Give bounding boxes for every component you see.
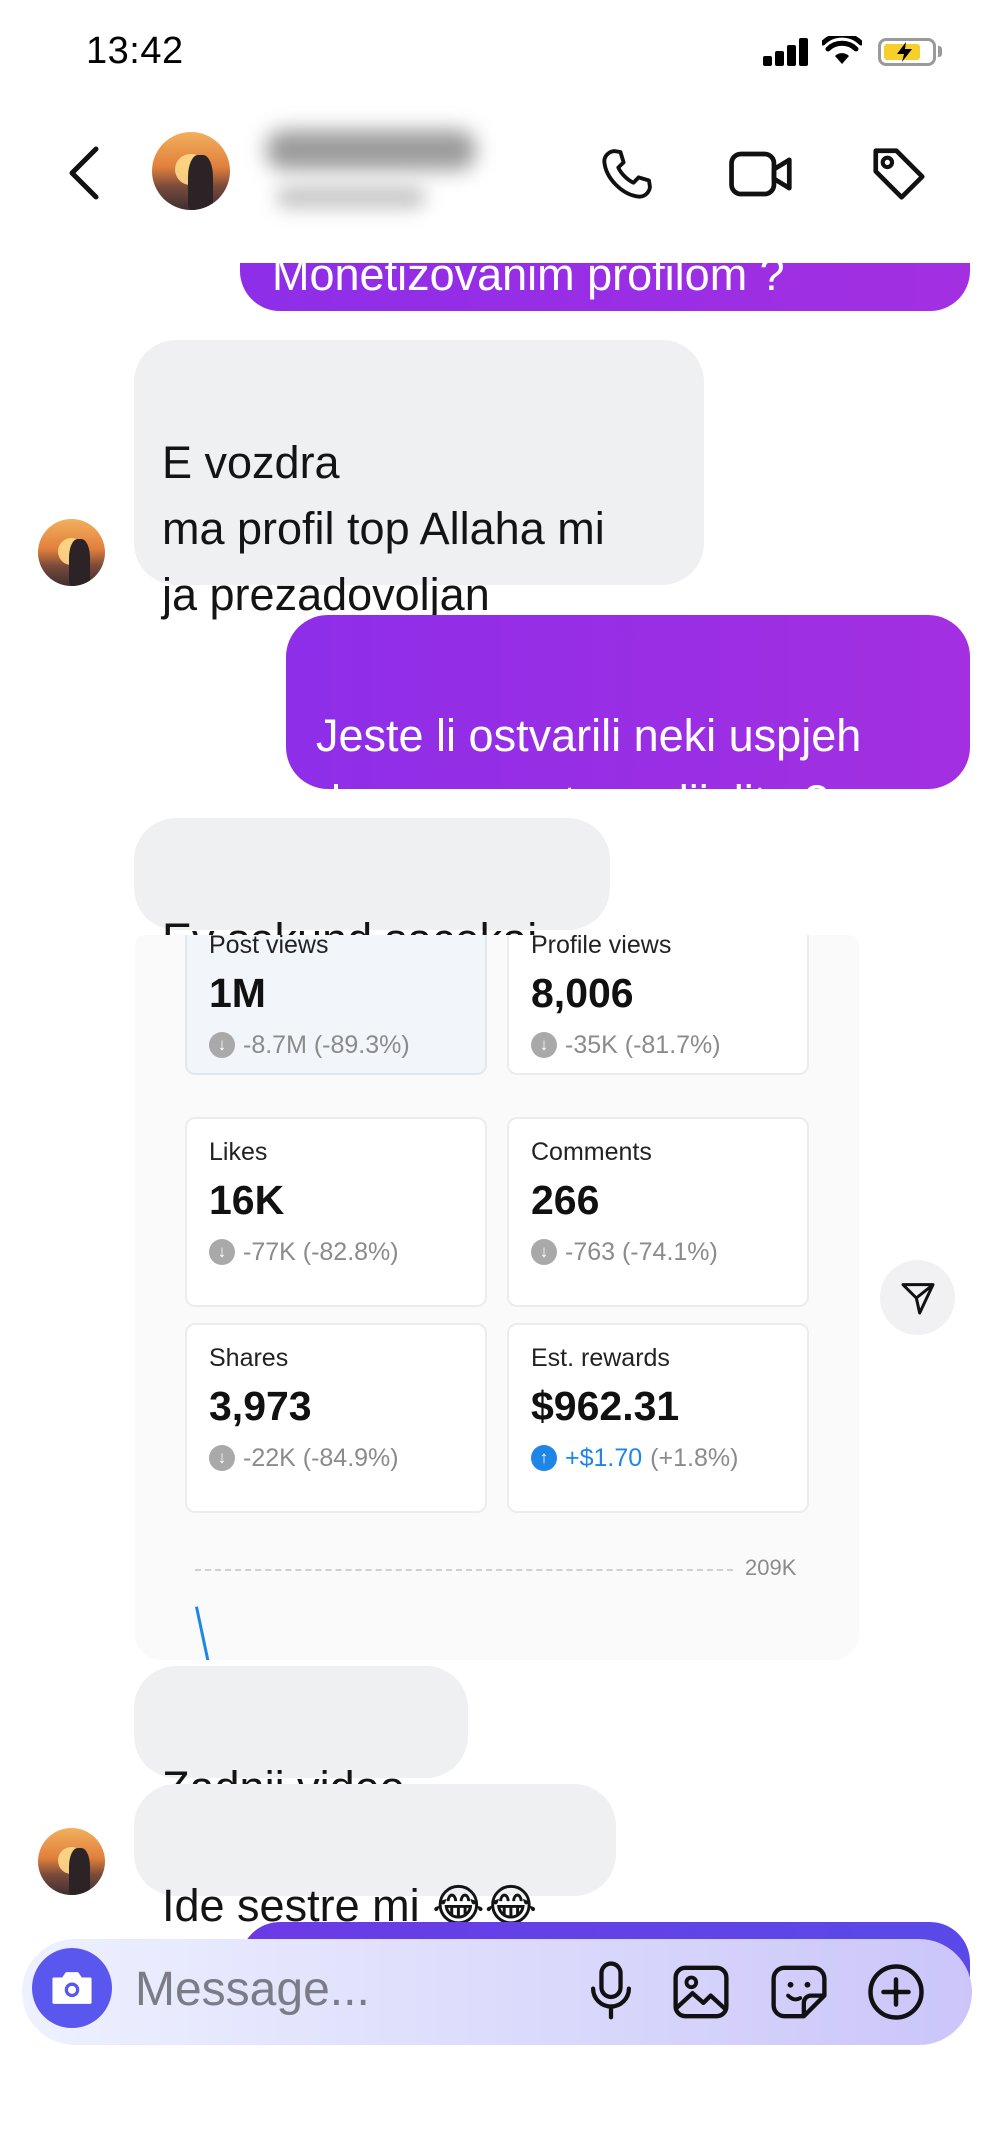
received-message[interactable]: Ide sestre mi 😂😂 — [134, 1784, 616, 1931]
arrow-down-icon: ↓ — [531, 1032, 557, 1058]
arrow-down-icon: ↓ — [209, 1445, 235, 1471]
image-gallery-icon[interactable] — [672, 1964, 730, 2020]
received-message[interactable]: E vozdra ma profil top Allaha mi ja prez… — [134, 340, 704, 620]
shared-screenshot-image[interactable]: Post views 1M ↓ -8.7M (-89.3%) Profile vi… — [135, 935, 859, 1660]
contact-name-blurred[interactable] — [266, 130, 476, 170]
sender-avatar[interactable] — [38, 519, 105, 586]
stat-card-likes: Likes 16K ↓ -77K (-82.8%) — [185, 1117, 487, 1307]
arrow-down-icon: ↓ — [531, 1239, 557, 1265]
contact-username-blurred — [276, 185, 426, 209]
stat-card-profile-views: Profile views 8,006 ↓ -35K (-81.7%) — [507, 935, 809, 1075]
stat-card-post-views: Post views 1M ↓ -8.7M (-89.3%) — [185, 935, 487, 1075]
signal-icon — [763, 38, 809, 66]
wifi-icon — [822, 36, 862, 64]
stat-card-est-rewards: Est. rewards $962.31 ↑ +$1.70 (+1.8%) — [507, 1323, 809, 1513]
chart-line-fragment — [195, 1606, 211, 1660]
back-chevron-icon[interactable] — [66, 145, 102, 201]
sent-message-partial[interactable]: Monetizovanim profilom ? — [240, 263, 970, 311]
arrow-down-icon: ↓ — [209, 1032, 235, 1058]
stat-card-comments: Comments 266 ↓ -763 (-74.1%) — [507, 1117, 809, 1307]
tag-icon[interactable] — [868, 143, 930, 205]
battery-cap — [938, 46, 942, 57]
stat-card-shares: Shares 3,973 ↓ -22K (-84.9%) — [185, 1323, 487, 1513]
received-message[interactable]: Zadnji video — [134, 1666, 468, 1813]
arrow-down-icon: ↓ — [209, 1239, 235, 1265]
share-button[interactable] — [880, 1260, 955, 1335]
battery-icon — [878, 38, 936, 66]
message-input[interactable]: Message... — [135, 1960, 370, 2020]
camera-button[interactable] — [32, 1948, 112, 2028]
phone-call-icon[interactable] — [598, 145, 656, 203]
camera-icon — [52, 1972, 92, 2004]
sticker-icon[interactable] — [770, 1964, 828, 2020]
status-time: 13:42 — [86, 30, 184, 72]
sender-avatar[interactable] — [38, 1828, 105, 1895]
chart-gridline — [195, 1569, 733, 1571]
microphone-icon[interactable] — [586, 1960, 636, 2022]
send-icon — [901, 1283, 935, 1315]
sent-message[interactable]: Jeste li ostvarili neki uspjeh da sa nam… — [286, 615, 970, 827]
contact-avatar[interactable] — [152, 132, 230, 210]
received-message[interactable]: Ev sekund sacekaj — [134, 818, 610, 965]
arrow-up-icon: ↑ — [531, 1445, 557, 1471]
message-text: Jeste li ostvarili neki uspjeh da sa nam… — [316, 710, 862, 827]
plus-circle-icon[interactable] — [866, 1962, 926, 2022]
chart-axis-label: 209K — [745, 1555, 797, 1580]
video-call-icon[interactable] — [728, 145, 794, 203]
